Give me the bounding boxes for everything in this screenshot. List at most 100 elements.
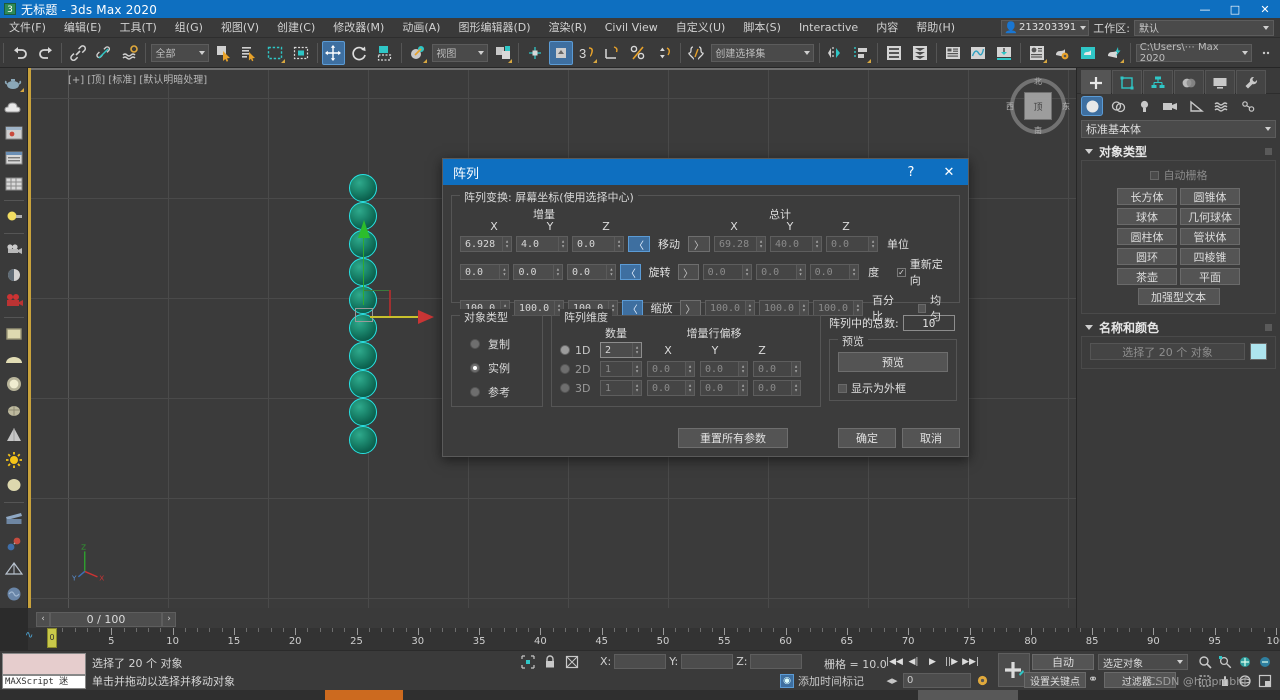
- noise-sphere-icon[interactable]: [2, 583, 26, 606]
- helpers-icon[interactable]: [1185, 96, 1207, 116]
- lights-icon[interactable]: [1133, 96, 1155, 116]
- spinner-arrows-icon[interactable]: ▴▾: [552, 265, 562, 279]
- rollout-pin-icon[interactable]: [1265, 147, 1272, 155]
- spinner-arrows-icon[interactable]: ▴▾: [632, 362, 641, 376]
- menu-edit[interactable]: 编辑(E): [55, 18, 111, 38]
- scale-to-totals-button[interactable]: 〉: [679, 300, 701, 316]
- zoom-icon[interactable]: [1196, 653, 1214, 670]
- render-window-icon[interactable]: [2, 122, 26, 145]
- select-object-icon[interactable]: [212, 41, 236, 65]
- angle-snap-icon[interactable]: [601, 41, 625, 65]
- spinner-arrows-icon[interactable]: ▴▾: [738, 362, 747, 376]
- help-button[interactable]: ?: [892, 159, 930, 185]
- cone-icon[interactable]: [2, 423, 26, 446]
- spinner-arrows-icon[interactable]: ▴▾: [756, 237, 765, 251]
- previous-frame-button[interactable]: ‹: [36, 611, 50, 627]
- count-2d-field[interactable]: 1 ▴ ▾: [600, 361, 642, 377]
- cancel-button[interactable]: 取消: [902, 428, 960, 448]
- zoom-extents-all-icon[interactable]: [1256, 653, 1274, 670]
- schematic-view-icon[interactable]: [992, 41, 1016, 65]
- selection-lock-icon[interactable]: [520, 654, 536, 670]
- menu-interactive[interactable]: Interactive: [790, 18, 867, 38]
- modify-tab[interactable]: [1112, 70, 1142, 94]
- sphere-object[interactable]: [349, 370, 377, 398]
- select-and-place-icon[interactable]: [406, 41, 430, 65]
- create-geosphere-button[interactable]: 几何球体: [1180, 208, 1240, 225]
- play-animation-button[interactable]: ▶: [924, 654, 941, 670]
- zoom-all-icon[interactable]: [1216, 653, 1234, 670]
- time-configuration-icon[interactable]: [974, 672, 990, 688]
- spinner-arrows-icon[interactable]: ▴▾: [849, 265, 859, 279]
- layer-explorer-icon[interactable]: [882, 41, 906, 65]
- view-cube-north-label[interactable]: 北: [1034, 76, 1042, 87]
- atom-icon[interactable]: [2, 532, 26, 555]
- edit-named-selection-sets-icon[interactable]: [685, 41, 709, 65]
- count-3d-field[interactable]: 1 ▴ ▾: [600, 380, 642, 396]
- create-plane-button[interactable]: 平面: [1180, 268, 1240, 285]
- align-icon[interactable]: [850, 41, 874, 65]
- spinner-arrows-icon[interactable]: ▴▾: [499, 265, 509, 279]
- scale-total-y-field[interactable]: 100.0 ▴ ▾: [758, 300, 809, 316]
- zoom-extents-icon[interactable]: [1236, 653, 1254, 670]
- view-cube[interactable]: 顶 北 南 西 东: [1006, 76, 1070, 135]
- unlink-selection-icon[interactable]: [92, 41, 116, 65]
- clapper-icon[interactable]: [2, 507, 26, 530]
- set-key-button[interactable]: 设置关键点: [1024, 672, 1086, 688]
- list-panel-icon[interactable]: [2, 147, 26, 170]
- menu-tools[interactable]: 工具(T): [110, 18, 165, 38]
- selection-filter-dropdown[interactable]: 全部: [151, 43, 209, 62]
- scale-total-z-field[interactable]: 100.0 ▴ ▾: [812, 300, 863, 316]
- spinner-arrows-icon[interactable]: ▴▾: [606, 265, 616, 279]
- shapes-icon[interactable]: [1107, 96, 1129, 116]
- spinner-arrows-icon[interactable]: ▴▾: [614, 237, 623, 251]
- menu-civil-view[interactable]: Civil View: [596, 18, 667, 38]
- menu-group[interactable]: 组(G): [166, 18, 212, 38]
- space-warps-icon[interactable]: [1211, 96, 1233, 116]
- auto-key-button[interactable]: 自动: [1032, 654, 1094, 670]
- create-cylinder-button[interactable]: 圆柱体: [1117, 228, 1177, 245]
- menu-graph-editors[interactable]: 图形编辑器(D): [449, 18, 539, 38]
- create-torus-button[interactable]: 圆环: [1117, 248, 1177, 265]
- redo-button[interactable]: [34, 41, 58, 65]
- menu-scripting[interactable]: 脚本(S): [734, 18, 790, 38]
- curve-editor-icon[interactable]: [967, 41, 991, 65]
- rendered-frame-window-icon[interactable]: [1076, 41, 1100, 65]
- maxscript-mini-listener[interactable]: MAXScript 迷: [2, 675, 86, 689]
- spinner-arrows-icon[interactable]: ▴▾: [632, 343, 641, 357]
- object-type-rollout-header[interactable]: 对象类型: [1081, 142, 1276, 160]
- array-dialog[interactable]: 阵列 ? ✕ 阵列变换: 屏幕坐标(使用选择中心) 增量 总计 X Y Z X …: [442, 158, 969, 457]
- lock-icon[interactable]: [542, 654, 558, 670]
- move-total-x-field[interactable]: 69.28 ▴ ▾: [714, 236, 766, 252]
- 3d-snap-icon[interactable]: 3: [575, 41, 599, 65]
- absolute-relative-transform-icon[interactable]: [564, 654, 580, 670]
- current-frame-spinner[interactable]: 0: [903, 672, 971, 688]
- use-pivot-point-center-icon[interactable]: [491, 41, 515, 65]
- current-frame-field[interactable]: 0 / 100: [50, 611, 162, 627]
- previous-frame-button[interactable]: ◀|: [905, 654, 922, 670]
- sphere-object[interactable]: [349, 426, 377, 454]
- sphere-icon[interactable]: [2, 373, 26, 396]
- scale-total-x-field[interactable]: 100.0 ▴ ▾: [704, 300, 755, 316]
- move-inc-z-field[interactable]: 0.0 ▴ ▾: [572, 236, 624, 252]
- rectangular-selection-region-icon[interactable]: [263, 41, 287, 65]
- select-and-link-icon[interactable]: [66, 41, 90, 65]
- teapot-icon[interactable]: [2, 71, 26, 94]
- select-and-rotate-icon[interactable]: [347, 41, 371, 65]
- spinner-arrows-icon[interactable]: ▴▾: [738, 381, 747, 395]
- sphere-object[interactable]: [349, 174, 377, 202]
- ellipsoid-icon[interactable]: [2, 474, 26, 497]
- offset-2d-z-field[interactable]: 0.0 ▴ ▾: [753, 361, 801, 377]
- move-to-incremental-button[interactable]: 〈: [628, 236, 650, 252]
- systems-icon[interactable]: [1237, 96, 1259, 116]
- rotate-to-totals-button[interactable]: 〉: [677, 264, 699, 280]
- create-box-button[interactable]: 长方体: [1117, 188, 1177, 205]
- display-tab[interactable]: [1205, 70, 1235, 94]
- time-ruler[interactable]: 0 5 10 15 20 25 30 35 40 45 50 55 60 65 70 75 80 85 90 95 10…: [28, 628, 1280, 650]
- percent-snap-icon[interactable]: [626, 41, 650, 65]
- name-and-color-rollout-header[interactable]: 名称和颜色: [1081, 318, 1276, 336]
- view-cube-east-label[interactable]: 东: [1062, 101, 1070, 112]
- named-selection-set-dropdown[interactable]: 创建选择集: [711, 43, 815, 62]
- hierarchy-tab[interactable]: [1143, 70, 1173, 94]
- material-editor-icon[interactable]: [1025, 41, 1049, 65]
- spinner-arrows-icon[interactable]: ▴▾: [812, 237, 821, 251]
